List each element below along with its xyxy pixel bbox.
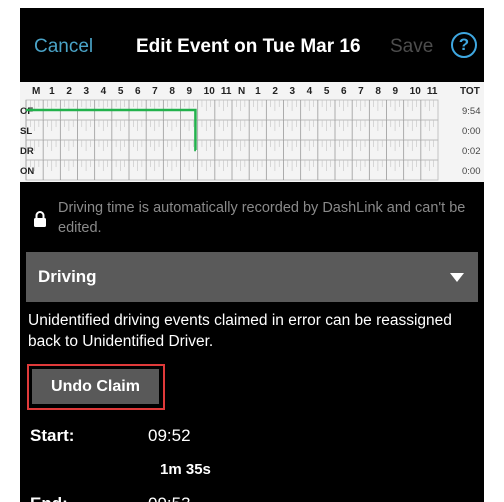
log-graph: M 1 2 3 4 5 6 7 8 9 10 11 N 1 2 3 4 5 6 7 8 9 10 11 TOTOF 9:54SL 0… xyxy=(20,86,481,181)
hour-label: 1 xyxy=(255,86,261,97)
row-total: 0:02 xyxy=(462,146,481,157)
hour-label: N xyxy=(238,86,245,97)
hour-label: 3 xyxy=(84,86,90,97)
hour-label: 7 xyxy=(358,86,364,97)
row-status-label: ON xyxy=(20,166,34,177)
start-label: Start: xyxy=(30,426,75,445)
hour-label: 11 xyxy=(427,86,438,97)
total-header: TOT xyxy=(460,86,480,97)
hour-label: 8 xyxy=(375,86,381,97)
duty-log-grid: M 1 2 3 4 5 6 7 8 9 10 11 N 1 2 3 4 5 6 7 8 9 10 11 TOT OF 9:54 SL 0… xyxy=(20,82,484,186)
end-time: 09:53 xyxy=(148,494,191,502)
hour-label: 9 xyxy=(393,86,399,97)
hour-label: 10 xyxy=(204,86,216,97)
hour-label: 2 xyxy=(272,86,278,97)
auto-record-notice: Driving time is automatically recorded b… xyxy=(20,198,484,244)
start-time: 09:52 xyxy=(148,426,191,445)
undo-claim-highlight: Undo Claim xyxy=(27,364,165,410)
row-status-label: DR xyxy=(20,146,34,157)
hour-label: 6 xyxy=(135,86,141,97)
event-duration: 1m 35s xyxy=(160,461,211,478)
help-icon[interactable]: ? xyxy=(451,32,477,58)
page-title: Edit Event on Tue Mar 16 xyxy=(136,36,361,57)
hour-label: 6 xyxy=(341,86,347,97)
hour-label: 5 xyxy=(118,86,124,97)
hour-label: 5 xyxy=(324,86,330,97)
save-button[interactable]: Save xyxy=(390,36,433,58)
hour-label: 1 xyxy=(49,86,55,97)
row-total: 0:00 xyxy=(462,166,481,177)
row-total: 9:54 xyxy=(462,106,481,117)
hour-label: 7 xyxy=(152,86,158,97)
hour-label: 4 xyxy=(307,86,313,97)
undo-claim-button[interactable]: Undo Claim xyxy=(32,369,159,404)
hour-label: 4 xyxy=(101,86,107,97)
duty-status-select[interactable]: Driving xyxy=(26,252,478,302)
hour-label: 9 xyxy=(187,86,193,97)
unidentified-info-text: Unidentified driving events claimed in e… xyxy=(28,312,452,350)
row-status-label: OF xyxy=(20,106,33,117)
lock-icon xyxy=(34,211,46,227)
row-total: 0:00 xyxy=(462,126,481,137)
hour-label: 10 xyxy=(410,86,422,97)
chevron-down-icon xyxy=(450,273,464,282)
notice-text: Driving time is automatically recorded b… xyxy=(58,200,466,236)
cancel-button[interactable]: Cancel xyxy=(34,36,93,58)
selected-status: Driving xyxy=(38,267,97,286)
hour-label: 11 xyxy=(221,86,232,97)
hour-label: M xyxy=(32,86,40,97)
hour-label: 2 xyxy=(66,86,72,97)
hour-label: 8 xyxy=(169,86,175,97)
hour-label: 3 xyxy=(290,86,296,97)
nav-bar: Cancel Edit Event on Tue Mar 16 Save ? xyxy=(20,8,484,82)
phone-screen: Cancel Edit Event on Tue Mar 16 Save ? M… xyxy=(20,8,484,502)
row-status-label: SL xyxy=(20,126,32,137)
end-label: End: xyxy=(30,494,68,502)
